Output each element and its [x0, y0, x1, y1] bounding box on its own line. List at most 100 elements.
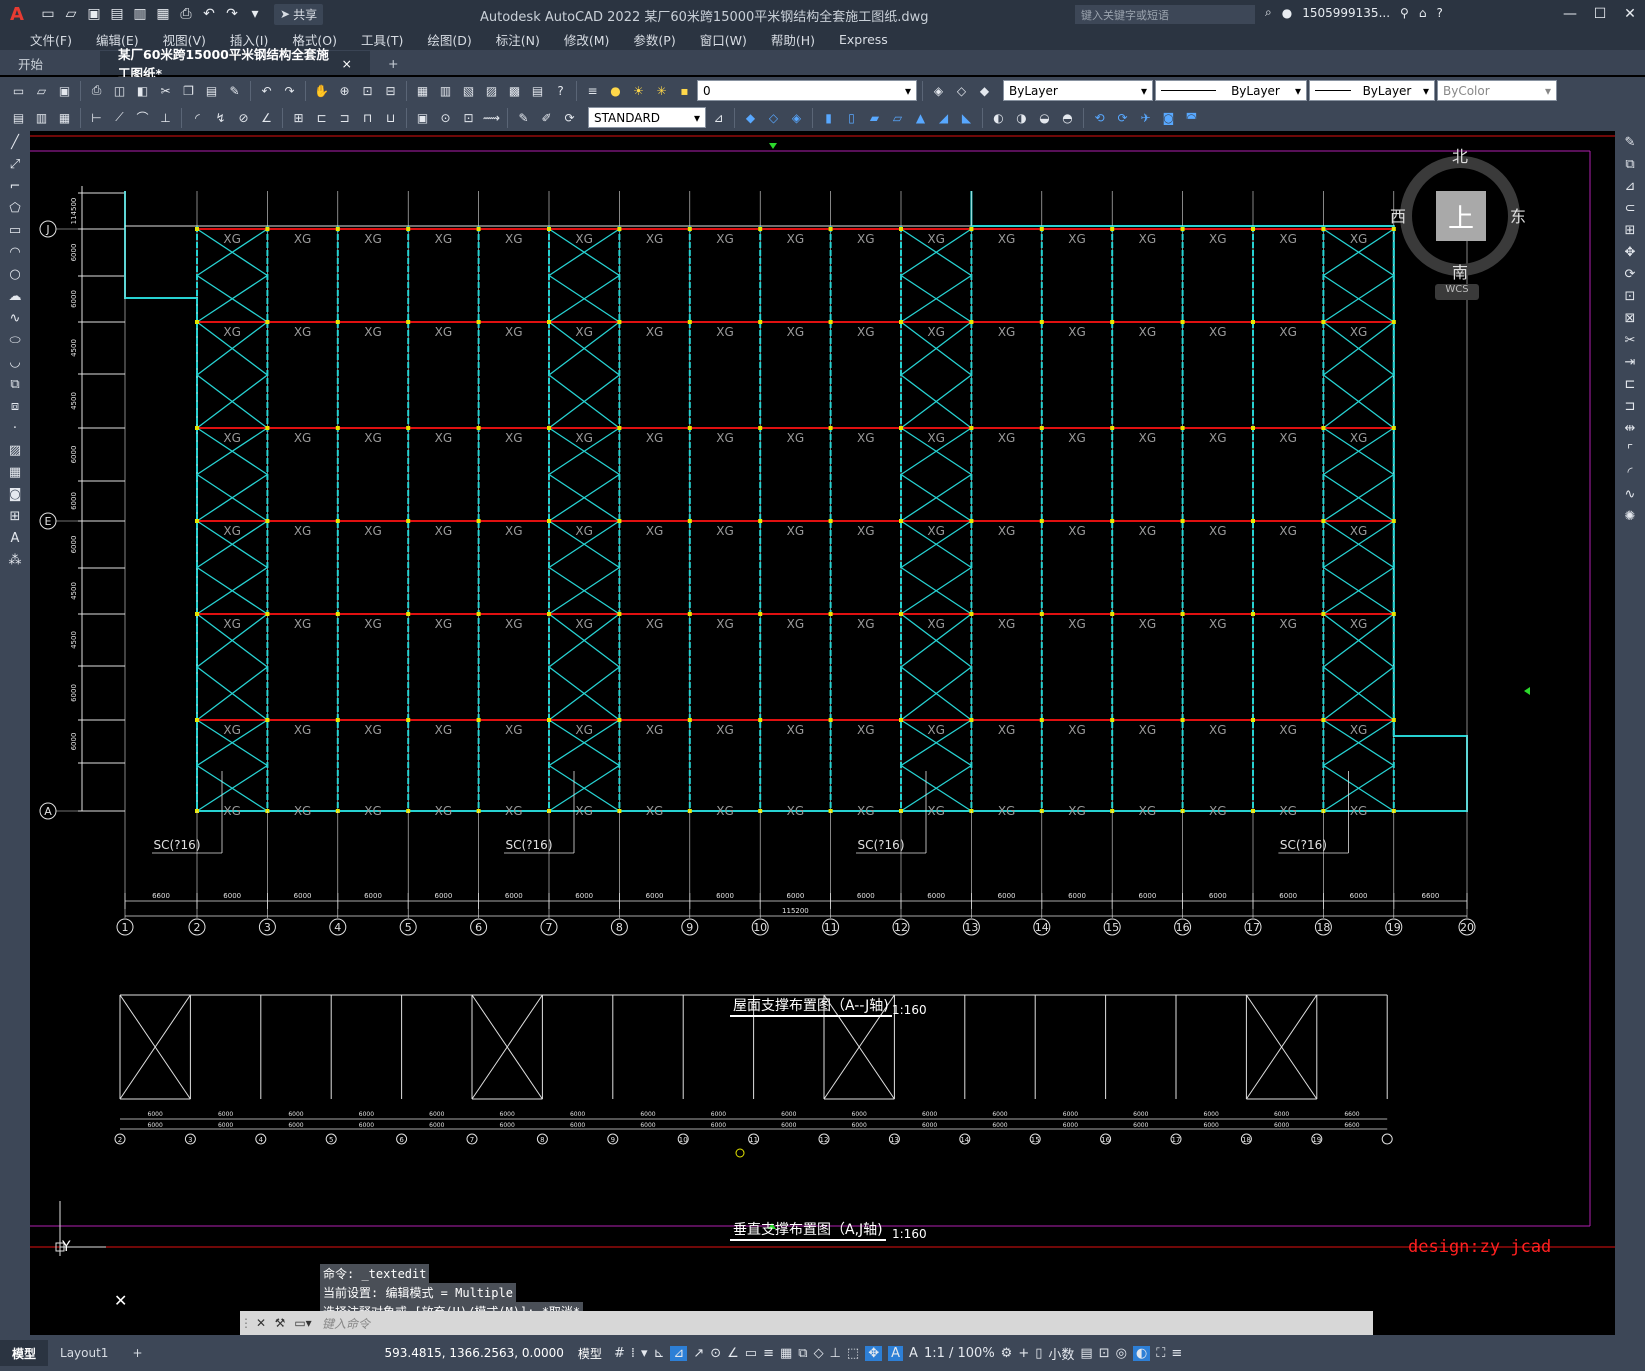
menu-help[interactable]: 帮助(H) [759, 30, 827, 49]
cut-icon[interactable]: ✂ [155, 80, 176, 101]
customization-icon[interactable]: ≡ [1171, 1346, 1182, 1361]
dimtedit-icon[interactable]: ✐ [536, 107, 557, 128]
command-input[interactable]: 键入命令 [322, 1315, 370, 1332]
model-space-button[interactable]: 模型 [578, 1345, 602, 1362]
menu-express[interactable]: Express [827, 32, 900, 47]
help-icon[interactable]: ? [1436, 6, 1442, 20]
ellipse-icon[interactable]: ⬭ [0, 329, 30, 351]
close-command-icon[interactable]: ✕ [252, 1316, 270, 1330]
viewcube-north[interactable]: 北 [1452, 143, 1468, 167]
undo-icon[interactable]: ↶ [256, 80, 277, 101]
maximize-icon[interactable]: ☐ [1585, 0, 1615, 28]
insert-block-icon[interactable]: ⧉ [0, 373, 30, 395]
toolpalette-icon[interactable]: ▧ [458, 80, 479, 101]
lineweight-dropdown[interactable]: ByLayer ▾ [1309, 80, 1435, 101]
stretch-icon[interactable]: ⊠ [1615, 307, 1645, 329]
aligned-dim-icon[interactable]: ⟋ [109, 107, 130, 128]
hatch-icon[interactable]: ▨ [0, 439, 30, 461]
copy-icon[interactable]: ❐ [178, 80, 199, 101]
search-input[interactable]: 键入关键字或短语 [1075, 5, 1255, 24]
radius-icon[interactable]: ◜ [187, 107, 208, 128]
circle-icon[interactable]: ○ [0, 263, 30, 285]
viewcube-top-face[interactable]: 上 [1436, 191, 1486, 241]
blend-icon[interactable]: ∿ [1615, 483, 1645, 505]
mirror-icon[interactable]: ⊿ [1615, 175, 1645, 197]
grip-icon[interactable]: ⋮ [240, 1316, 252, 1330]
gizmo-icon[interactable]: ✥ [865, 1345, 883, 1361]
redo-icon[interactable]: ↷ [279, 80, 300, 101]
visual-style-icon[interactable]: ◐ [988, 107, 1009, 128]
pan-icon[interactable]: ✋ [311, 80, 332, 101]
diameter-icon[interactable]: ⊘ [233, 107, 254, 128]
move-icon[interactable]: ✥ [1615, 241, 1645, 263]
undo-icon[interactable]: ↶ [199, 4, 219, 24]
chamfer-icon[interactable]: ⌜ [1615, 439, 1645, 461]
polygon-icon[interactable]: ⬠ [0, 197, 30, 219]
ortho-icon[interactable]: ⊾ [654, 1346, 665, 1361]
point-icon[interactable]: · [0, 417, 30, 439]
ellipse-arc-icon[interactable]: ◡ [0, 351, 30, 373]
section-icon[interactable]: ◚ [1181, 107, 1202, 128]
linetype-dropdown[interactable]: ByLayer ▾ [1155, 80, 1307, 101]
minimize-icon[interactable]: — [1555, 0, 1585, 28]
lineweight-icon[interactable]: ≡ [763, 1346, 774, 1361]
erase-icon[interactable]: ✎ [1615, 131, 1645, 153]
osnap-tracking-icon[interactable]: ⊙ [710, 1346, 721, 1361]
revcloud-icon[interactable]: ☁ [0, 285, 30, 307]
gradient-icon[interactable]: ▦ [0, 461, 30, 483]
layer-current-icon[interactable]: ◈ [928, 80, 949, 101]
conceptual-icon[interactable]: ◓ [1057, 107, 1078, 128]
customize-command-icon[interactable]: ⚒ [270, 1316, 290, 1330]
clean-screen-icon[interactable]: ⛶ [1156, 1346, 1165, 1361]
save-as-icon[interactable]: ▤ [107, 4, 127, 24]
break-icon[interactable]: ⊐ [1615, 395, 1645, 417]
spline-icon[interactable]: ∿ [0, 307, 30, 329]
view-front-icon[interactable]: ▮ [818, 107, 839, 128]
space-icon[interactable]: ⊓ [357, 107, 378, 128]
qnew-icon[interactable]: ▭ [8, 80, 29, 101]
menu-parametric[interactable]: 参数(P) [621, 30, 687, 49]
add-icon[interactable]: + [1018, 1346, 1029, 1361]
walk-icon[interactable]: ⟳ [1112, 107, 1133, 128]
join-icon[interactable]: ⇹ [1615, 417, 1645, 439]
break-point-icon[interactable]: ⊏ [1615, 373, 1645, 395]
region-icon[interactable]: ◙ [0, 483, 30, 505]
wcs-button[interactable]: WCS [1435, 284, 1479, 300]
osnap-icon[interactable]: ▭ [745, 1346, 757, 1361]
help-icon[interactable]: ? [550, 80, 571, 101]
tab-model[interactable]: 模型 [0, 1340, 49, 1366]
jogged-icon[interactable]: ↯ [210, 107, 231, 128]
offset-icon[interactable]: ⊂ [1615, 197, 1645, 219]
transparency-icon[interactable]: ▦ [780, 1346, 792, 1361]
ucs-icon[interactable]: ◆ [740, 107, 761, 128]
tolerance-icon[interactable]: ▣ [412, 107, 433, 128]
menu-window[interactable]: 窗口(W) [688, 30, 759, 49]
close-icon[interactable]: ✕ [1615, 0, 1645, 28]
autodesk-app-icon[interactable]: ⌂ [1419, 6, 1427, 20]
coordinates-readout[interactable]: 593.4815, 1366.2563, 0.0000 [385, 1346, 564, 1360]
model-space[interactable]: 1145006000600045004500600060006000450045… [30, 131, 1615, 1335]
angle-icon[interactable]: ∠ [727, 1346, 739, 1361]
import-icon[interactable]: ▥ [130, 4, 150, 24]
view-iso-icon[interactable]: ◢ [933, 107, 954, 128]
open-icon[interactable]: ▱ [31, 80, 52, 101]
dynamic-ucs-icon[interactable]: ⊥ [830, 1346, 841, 1361]
plot-icon[interactable]: ⎙ [86, 80, 107, 101]
copy-icon[interactable]: ⧉ [1615, 153, 1645, 175]
new-tab-button[interactable]: + [370, 51, 416, 75]
user-name[interactable]: 1505999135... [1302, 6, 1390, 20]
trim-icon[interactable]: ✂ [1615, 329, 1645, 351]
view-top-icon[interactable]: ▯ [841, 107, 862, 128]
array-icon[interactable]: ⊞ [1615, 219, 1645, 241]
scale-icon[interactable]: ⊡ [1615, 285, 1645, 307]
recent-commands-icon[interactable]: ▭▾ [290, 1316, 316, 1330]
inspect-icon[interactable]: ⊡ [458, 107, 479, 128]
drawing-canvas[interactable]: 114500 6000 6000 4500 4500 6000 6000 6000 4500 45… [30, 131, 1615, 1335]
tab-start[interactable]: 开始 [0, 51, 100, 75]
dim-override-icon[interactable]: ⊿ [708, 107, 729, 128]
isodraft-icon[interactable]: ↗ [693, 1346, 704, 1361]
shaded-icon[interactable]: ◑ [1011, 107, 1032, 128]
layer-state-icon[interactable]: ◆ [974, 80, 995, 101]
baseline-icon[interactable]: ⊏ [311, 107, 332, 128]
tab-layout1[interactable]: Layout1 [48, 1340, 120, 1366]
